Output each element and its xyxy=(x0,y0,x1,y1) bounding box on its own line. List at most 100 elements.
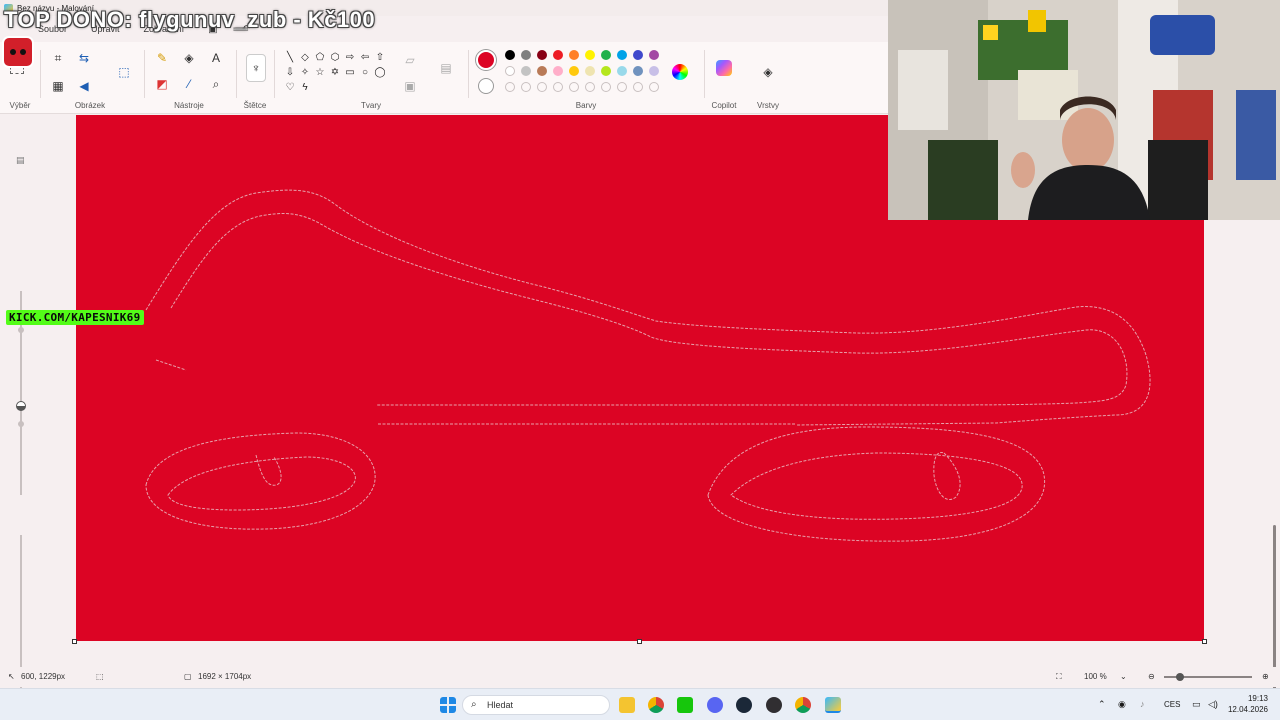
zoom-level[interactable]: 100 % xyxy=(1084,672,1107,681)
select-all-icon[interactable]: ⬚ xyxy=(116,64,132,80)
zoom-in-icon[interactable]: ⊕ xyxy=(1262,672,1269,681)
brush-size-thumb[interactable] xyxy=(18,327,24,333)
palette-swatch[interactable] xyxy=(617,66,627,76)
shape-curve-icon[interactable]: ◇ xyxy=(299,52,311,64)
shape-line-icon[interactable]: ╲ xyxy=(284,52,296,64)
palette-swatch[interactable] xyxy=(633,50,643,60)
steam-icon[interactable] xyxy=(736,697,752,713)
chrome-profile-icon[interactable] xyxy=(795,697,811,713)
zoom-out-icon[interactable]: ⊖ xyxy=(1148,672,1155,681)
custom-color-slot[interactable] xyxy=(553,82,563,92)
palette-swatch[interactable] xyxy=(649,50,659,60)
zoom-dropdown-icon[interactable]: ⌄ xyxy=(1120,672,1127,681)
custom-color-slot[interactable] xyxy=(569,82,579,92)
custom-color-slot[interactable] xyxy=(601,82,611,92)
shape-callout-rect-icon[interactable]: ▭ xyxy=(344,67,356,79)
palette-swatch[interactable] xyxy=(569,50,579,60)
canvas-resize-handle-bottom-right[interactable] xyxy=(1202,639,1207,644)
car-inner-outline xyxy=(170,213,1128,406)
shape-hexagon-icon[interactable]: ⬡ xyxy=(329,52,341,64)
palette-swatch[interactable] xyxy=(633,66,643,76)
clock-date[interactable]: 12.04.2026 xyxy=(1226,705,1268,714)
custom-color-slot[interactable] xyxy=(505,82,515,92)
language-indicator[interactable]: CES xyxy=(1164,700,1180,709)
brush-icon[interactable]: ♆ xyxy=(246,54,266,82)
opacity-thumb[interactable] xyxy=(18,421,24,427)
chrome-icon[interactable] xyxy=(648,697,664,713)
obs-icon[interactable] xyxy=(766,697,782,713)
shape-heart-icon[interactable]: ♡ xyxy=(284,82,296,94)
shape-pentagon-icon[interactable]: ⬠ xyxy=(314,52,326,64)
custom-color-slot[interactable] xyxy=(585,82,595,92)
custom-color-slot[interactable] xyxy=(633,82,643,92)
eraser-icon[interactable]: ◩ xyxy=(154,76,170,92)
rotate-icon[interactable]: ◀ xyxy=(76,78,92,94)
shape-callout-oval-icon[interactable]: ○ xyxy=(359,67,371,79)
zoom-slider-thumb[interactable] xyxy=(1176,673,1184,681)
palette-swatch[interactable] xyxy=(537,50,547,60)
shape-star4-icon[interactable]: ✧ xyxy=(299,67,311,79)
shape-lightning-icon[interactable]: ϟ xyxy=(299,82,311,94)
resize-icon[interactable]: ⇆ xyxy=(76,50,92,66)
shape-down-arrow-icon[interactable]: ⇩ xyxy=(284,67,296,79)
color-picker-icon[interactable]: ⁄ xyxy=(181,76,197,92)
secondary-color-swatch[interactable] xyxy=(478,78,494,94)
palette-swatch[interactable] xyxy=(601,66,611,76)
canvas-size-icon: ▢ xyxy=(184,672,192,681)
crop-icon[interactable]: ⌗ xyxy=(50,50,66,66)
palette-swatch[interactable] xyxy=(537,66,547,76)
copilot-icon[interactable] xyxy=(716,60,732,76)
shape-star6-icon[interactable]: ✡ xyxy=(329,67,341,79)
custom-color-slot[interactable] xyxy=(537,82,547,92)
green-app-icon[interactable] xyxy=(677,697,693,713)
palette-swatch[interactable] xyxy=(505,50,515,60)
outline-icon[interactable]: ▱ xyxy=(402,52,418,68)
shape-star5-icon[interactable]: ☆ xyxy=(314,67,326,79)
clock-time[interactable]: 19:13 xyxy=(1236,694,1268,703)
custom-color-slot[interactable] xyxy=(649,82,659,92)
magnifier-icon[interactable]: ⌕ xyxy=(208,76,224,92)
fill-icon[interactable]: ◈ xyxy=(181,50,197,66)
shape-left-arrow-icon[interactable]: ⇦ xyxy=(359,52,371,64)
palette-swatch[interactable] xyxy=(601,50,611,60)
search-placeholder: Hledat xyxy=(487,700,514,710)
palette-swatch[interactable] xyxy=(649,66,659,76)
palette-swatch[interactable] xyxy=(569,66,579,76)
fit-to-window-icon[interactable]: ⛶ xyxy=(1056,672,1062,682)
paint-taskbar-icon[interactable] xyxy=(825,697,841,713)
palette-swatch[interactable] xyxy=(585,50,595,60)
volume-icon[interactable]: ◁) xyxy=(1208,699,1218,710)
magic-select-icon[interactable]: ▦ xyxy=(50,78,66,94)
palette-swatch[interactable] xyxy=(617,50,627,60)
discord-icon[interactable] xyxy=(707,697,723,713)
tray-chevron-icon[interactable]: ⌃ xyxy=(1098,699,1106,710)
palette-swatch[interactable] xyxy=(553,66,563,76)
palette-swatch[interactable] xyxy=(521,66,531,76)
layers-icon[interactable]: ◈ xyxy=(760,64,776,80)
text-icon[interactable]: A xyxy=(208,50,224,66)
custom-color-slot[interactable] xyxy=(521,82,531,92)
active-color-swatch[interactable] xyxy=(476,50,496,70)
search-icon: ⌕ xyxy=(471,699,477,710)
custom-color-slot[interactable] xyxy=(617,82,627,92)
shape-callout-cloud-icon[interactable]: ◯ xyxy=(374,67,386,79)
palette-swatch[interactable] xyxy=(505,66,515,76)
file-explorer-icon[interactable] xyxy=(619,697,635,713)
tray-app-icon[interactable]: ◉ xyxy=(1118,699,1126,710)
shape-up-arrow-icon[interactable]: ⇧ xyxy=(374,52,386,64)
microphone-icon[interactable]: ♪ xyxy=(1140,699,1145,709)
shape-right-arrow-icon[interactable]: ⇨ xyxy=(344,52,356,64)
webcam-scene xyxy=(888,0,1280,220)
taskbar-search[interactable]: ⌕ Hledat xyxy=(462,695,610,715)
canvas-resize-handle-bottom-left[interactable] xyxy=(72,639,77,644)
shape-size-icon[interactable]: ▤ xyxy=(438,60,454,76)
network-icon[interactable]: ▭ xyxy=(1192,699,1201,710)
edit-colors-icon[interactable] xyxy=(672,64,688,80)
palette-swatch[interactable] xyxy=(521,50,531,60)
start-windows-icon[interactable] xyxy=(440,697,456,713)
pencil-icon[interactable]: ✎ xyxy=(154,50,170,66)
canvas-resize-handle-bottom[interactable] xyxy=(637,639,642,644)
fill-style-icon[interactable]: ▣ xyxy=(402,78,418,94)
palette-swatch[interactable] xyxy=(585,66,595,76)
palette-swatch[interactable] xyxy=(553,50,563,60)
